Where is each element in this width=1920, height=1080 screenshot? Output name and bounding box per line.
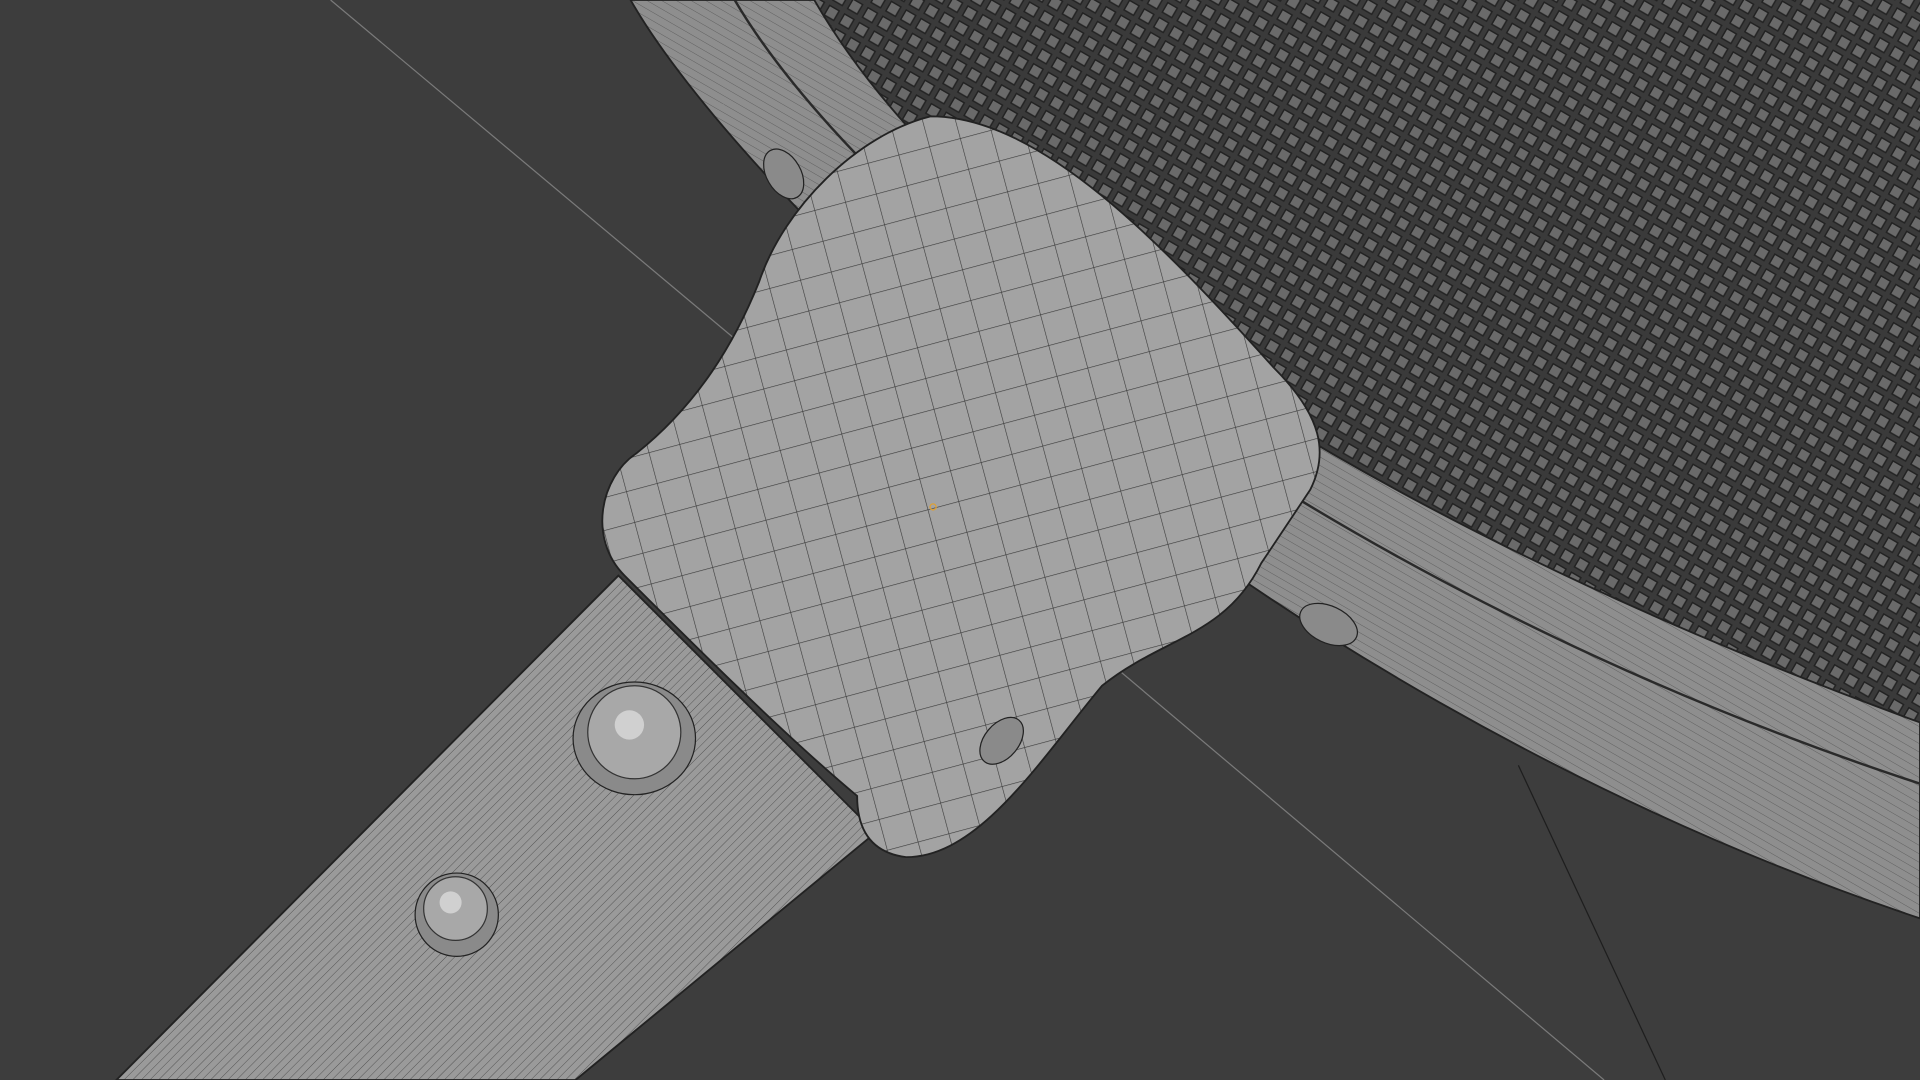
rivet	[414, 872, 499, 957]
3d-viewport[interactable]	[0, 0, 1920, 1080]
rivet	[572, 681, 697, 796]
